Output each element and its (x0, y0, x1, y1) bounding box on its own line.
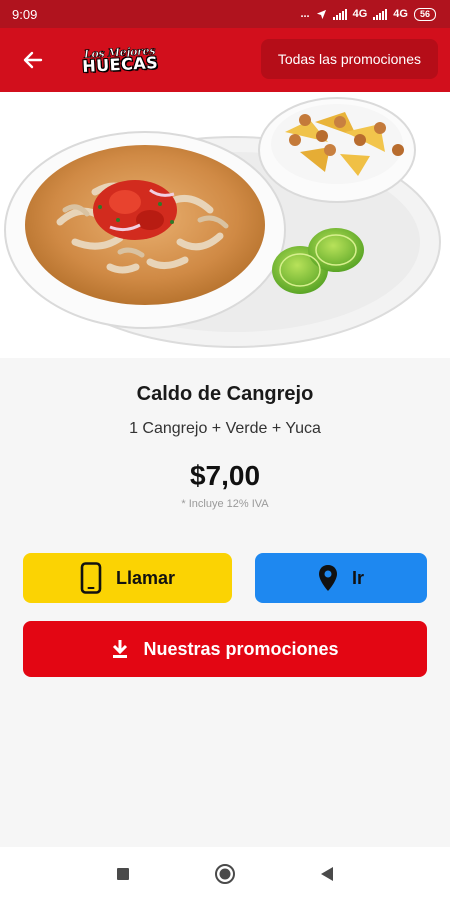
arrow-left-icon (23, 51, 43, 69)
product-description: 1 Cangrejo + Verde + Yuca (129, 420, 321, 437)
tax-note: * Incluye 12% IVA (181, 498, 269, 510)
nav-home-button[interactable] (209, 858, 241, 890)
square-icon (117, 867, 129, 880)
product-image (0, 92, 450, 358)
product-title: Caldo de Cangrejo (136, 383, 314, 405)
nav-recent-button[interactable] (107, 858, 139, 890)
download-icon (111, 639, 129, 659)
circle-icon (215, 863, 235, 884)
status-indicators: ... 4G 4G 56 (300, 7, 436, 21)
system-nav-bar (0, 847, 450, 900)
back-button[interactable] (0, 28, 66, 92)
call-button-label: Llamar (115, 567, 176, 588)
status-bar: 9:09 ... 4G 4G 56 (0, 0, 450, 28)
all-promotions-button[interactable]: Todas las promociones (260, 39, 438, 79)
notification-dots: ... (300, 8, 310, 20)
network-type-2: 4G (393, 8, 408, 20)
go-button-label: Ir (351, 567, 364, 588)
our-promotions-button[interactable]: Nuestras promociones (23, 621, 427, 677)
logo-line-2: HUECAS (81, 53, 159, 76)
triangle-icon (321, 866, 333, 881)
product-price: $7,00 (189, 460, 261, 491)
network-type-1: 4G (352, 8, 368, 20)
call-button[interactable]: Llamar (23, 553, 232, 603)
app-logo: Los Mejores HUECAS (81, 44, 159, 76)
signal-icon (332, 8, 347, 20)
status-time: 9:09 (12, 6, 38, 22)
location-arrow-icon (316, 9, 326, 19)
our-promotions-label: Nuestras promociones (143, 638, 339, 659)
location-pin-icon (318, 564, 338, 592)
phone-icon (80, 562, 102, 594)
signal-icon-2 (373, 8, 388, 20)
app-bar: Los Mejores HUECAS Todas las promociones (0, 28, 450, 92)
nav-back-button[interactable] (311, 858, 343, 890)
battery-icon: 56 (413, 7, 436, 21)
go-button[interactable]: Ir (255, 553, 427, 603)
dish-illustration (4, 97, 441, 348)
